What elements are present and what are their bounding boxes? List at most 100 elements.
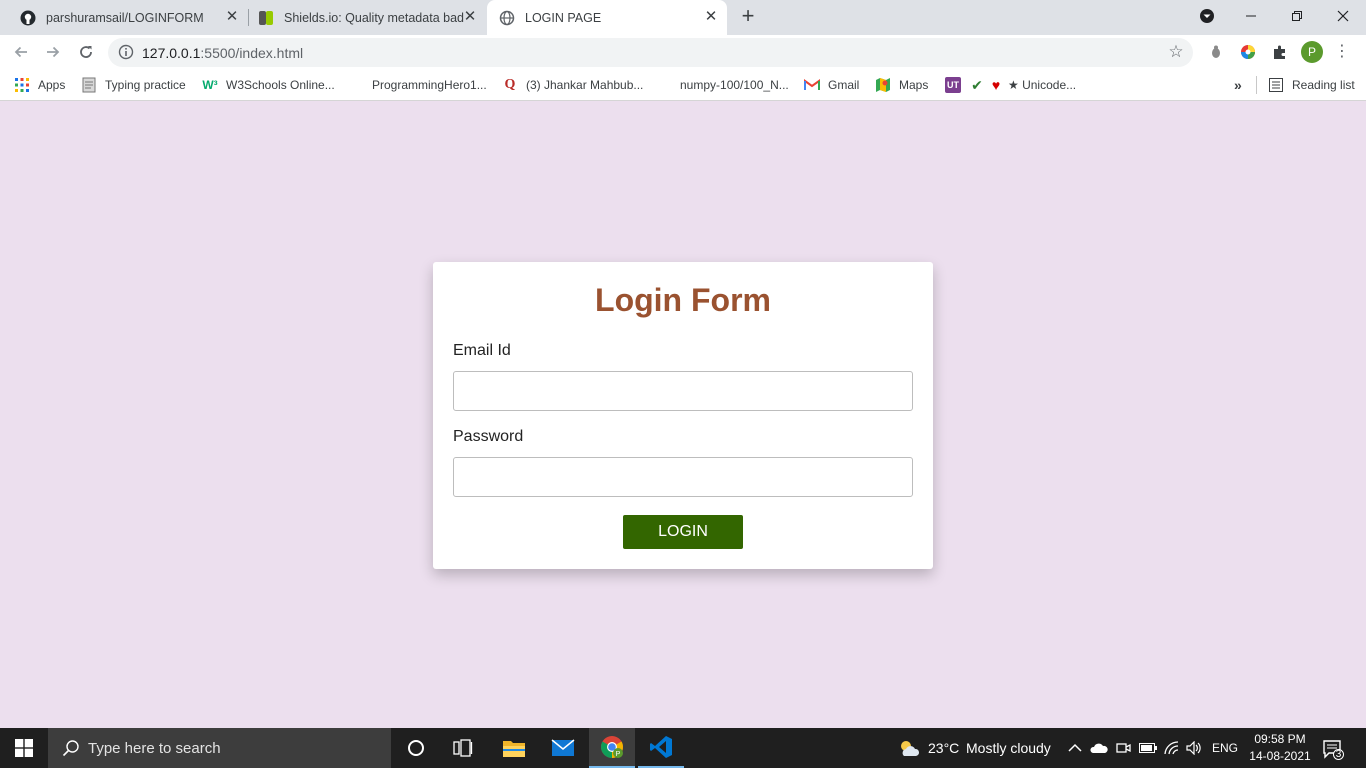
- profile-avatar[interactable]: P: [1301, 41, 1323, 63]
- bookmark-numpy[interactable]: numpy-100/100_N...: [680, 76, 789, 94]
- cortana-icon: [408, 740, 424, 756]
- taskbar-clock[interactable]: 09:58 PM 14-08-2021: [1240, 731, 1320, 765]
- puzzle-extensions-icon[interactable]: [1271, 43, 1289, 61]
- bookmark-gmail[interactable]: Gmail: [804, 76, 859, 94]
- reading-list-icon: [1268, 77, 1284, 93]
- bookmark-w3schools[interactable]: W³ W3Schools Online...: [202, 76, 335, 94]
- bookmark-unicode[interactable]: ♥ ★ Unicode...: [988, 76, 1076, 94]
- login-button[interactable]: LOGIN: [623, 515, 743, 549]
- more-bookmarks-button[interactable]: »: [1234, 76, 1242, 94]
- arrow-right-icon: [47, 46, 60, 58]
- globe-icon: [499, 10, 515, 26]
- search-icon: [62, 739, 80, 757]
- chevron-up-icon[interactable]: [1067, 740, 1083, 756]
- restore-button[interactable]: [1274, 0, 1320, 32]
- battery-icon[interactable]: [1139, 740, 1157, 756]
- start-button[interactable]: [0, 728, 48, 768]
- close-icon[interactable]: ✕: [462, 9, 478, 25]
- bookmark-programming-hero[interactable]: ProgrammingHero1...: [372, 76, 487, 94]
- clock-date: 14-08-2021: [1249, 749, 1311, 763]
- bookmark-label: ProgrammingHero1...: [372, 78, 487, 92]
- cortana-button[interactable]: [393, 728, 439, 768]
- check-icon: ✔: [971, 76, 983, 93]
- double-chevron-right-icon: »: [1234, 77, 1242, 93]
- apps-grid-icon: [14, 77, 30, 93]
- task-view-icon: [453, 739, 473, 757]
- w3schools-icon: W³: [202, 78, 218, 92]
- form-title: Login Form: [595, 282, 771, 318]
- info-icon[interactable]: [118, 44, 134, 60]
- tab-title: parshuramsail/LOGINFORM: [46, 10, 204, 25]
- minimize-button[interactable]: [1228, 0, 1274, 32]
- tab-strip: parshuramsail/LOGINFORM ✕ Shields.io: Qu…: [0, 0, 1366, 35]
- bookmark-label: Maps: [899, 78, 929, 92]
- email-input[interactable]: [453, 371, 913, 411]
- reading-list-label: Reading list: [1292, 78, 1355, 92]
- tab-search-button[interactable]: [1184, 0, 1230, 32]
- reading-list-button[interactable]: Reading list: [1268, 76, 1355, 94]
- url-text: 127.0.0.1:5500/index.html: [142, 45, 303, 61]
- weather-icon[interactable]: [898, 740, 920, 756]
- tab-github[interactable]: parshuramsail/LOGINFORM ✕: [8, 0, 248, 35]
- svg-text:P: P: [616, 751, 621, 758]
- password-input[interactable]: [453, 457, 913, 497]
- url-path: :5500/index.html: [200, 45, 304, 61]
- bookmark-apps[interactable]: Apps: [14, 76, 65, 94]
- language-indicator[interactable]: ENG: [1212, 741, 1238, 755]
- bookmark-label: Apps: [38, 78, 66, 92]
- tab-title: LOGIN PAGE: [525, 10, 602, 25]
- tab-shields[interactable]: Shields.io: Quality metadata badg ✕: [248, 0, 486, 35]
- notification-center-button[interactable]: 3: [1322, 738, 1344, 760]
- url-host: 127.0.0.1: [142, 45, 201, 61]
- bookmark-label: Gmail: [828, 78, 860, 92]
- browser-toolbar: 127.0.0.1:5500/index.html ☆ P ⋮: [0, 35, 1366, 69]
- clock-time: 09:58 PM: [1254, 732, 1306, 746]
- bug-extension-icon[interactable]: [1207, 43, 1225, 61]
- typing-icon: [81, 77, 97, 93]
- windows-logo-icon: [15, 739, 33, 757]
- restore-icon: [1292, 11, 1302, 21]
- gmail-icon: [804, 77, 820, 93]
- close-icon[interactable]: ✕: [703, 9, 719, 25]
- close-icon[interactable]: ✕: [224, 9, 240, 25]
- bookmarks-separator: [1256, 76, 1257, 94]
- onedrive-icon[interactable]: [1090, 740, 1108, 756]
- bookmark-star-icon[interactable]: ☆: [1167, 43, 1185, 61]
- mail-icon: [551, 739, 575, 756]
- chrome-button[interactable]: P: [589, 728, 635, 768]
- new-tab-button[interactable]: +: [737, 5, 759, 28]
- tab-title: Shields.io: Quality metadata badg: [284, 10, 464, 25]
- heart-icon: ♥: [991, 77, 1001, 93]
- close-window-button[interactable]: [1320, 0, 1366, 32]
- bookmark-label: (3) Jhankar Mahbub...: [526, 78, 644, 92]
- file-explorer-button[interactable]: [491, 728, 537, 768]
- vscode-icon: [650, 736, 672, 758]
- back-button[interactable]: [9, 40, 33, 64]
- arrow-left-icon: [14, 46, 27, 58]
- maps-icon: [875, 77, 891, 93]
- close-icon: [1337, 10, 1349, 22]
- quora-icon: Q: [504, 77, 516, 92]
- weather-temperature: 23°C: [928, 740, 960, 756]
- color-wheel-extension-icon[interactable]: [1239, 43, 1257, 61]
- bookmark-label: W3Schools Online...: [226, 78, 335, 92]
- reload-button[interactable]: [74, 40, 98, 64]
- taskbar-search-box[interactable]: Type here to search: [48, 728, 391, 768]
- more-menu-icon[interactable]: ⋮: [1334, 43, 1350, 61]
- vscode-button[interactable]: [638, 728, 684, 768]
- tab-login-page[interactable]: LOGIN PAGE ✕: [487, 0, 727, 35]
- mail-button[interactable]: [540, 728, 586, 768]
- wifi-icon[interactable]: [1164, 740, 1180, 756]
- bookmark-maps[interactable]: Maps: [875, 76, 928, 94]
- bookmark-ut[interactable]: UT: [945, 76, 969, 94]
- github-icon: [20, 10, 36, 26]
- volume-icon[interactable]: [1186, 740, 1202, 756]
- bookmark-quora[interactable]: Q (3) Jhankar Mahbub...: [502, 76, 644, 94]
- bookmark-label: Typing practice: [105, 78, 186, 92]
- task-view-button[interactable]: [440, 728, 486, 768]
- meet-now-icon[interactable]: [1115, 740, 1131, 756]
- forward-button[interactable]: [41, 40, 65, 64]
- address-bar[interactable]: 127.0.0.1:5500/index.html ☆: [108, 38, 1193, 67]
- bookmark-typing-practice[interactable]: Typing practice: [81, 76, 186, 94]
- reload-icon: [80, 46, 92, 58]
